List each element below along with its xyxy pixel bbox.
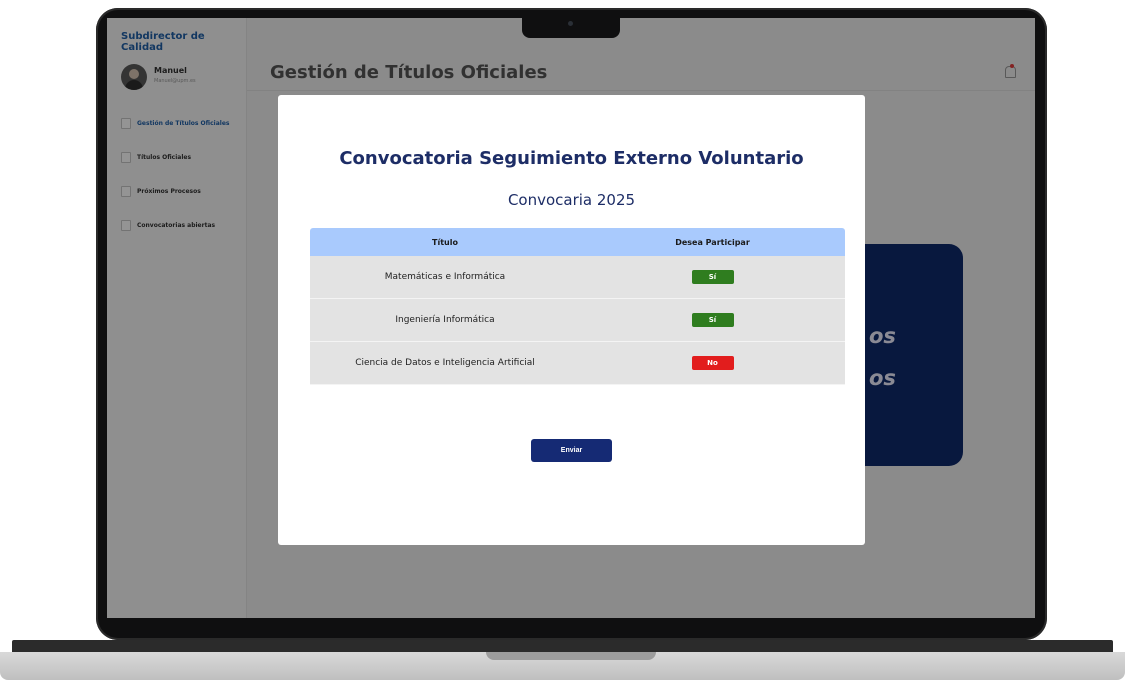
modal-title: Convocatoria Seguimiento Externo Volunta… (339, 148, 804, 169)
laptop-base (0, 640, 1125, 688)
row-title: Ingeniería Informática (395, 315, 495, 325)
column-header-titulo: Título (432, 237, 458, 247)
table-row: Matemáticas e Informática Sí (310, 256, 845, 299)
table-row: Ingeniería Informática Sí (310, 299, 845, 342)
camera-icon (568, 21, 573, 26)
row-title: Ciencia de Datos e Inteligencia Artifici… (355, 358, 535, 368)
participation-toggle[interactable]: Sí (691, 270, 734, 284)
modal-subtitle: Convocaria 2025 (507, 191, 636, 209)
row-title: Matemáticas e Informática (384, 272, 506, 282)
column-header-participar: Desea Participar (675, 237, 750, 247)
trackpad-lip (486, 652, 656, 660)
camera-notch (522, 18, 620, 38)
convocatoria-modal: Convocatoria Seguimiento Externo Volunta… (278, 95, 865, 545)
participation-toggle[interactable]: Sí (691, 313, 734, 327)
participation-toggle[interactable]: No (691, 356, 734, 370)
participation-table: Título Desea Participar Matemáticas e In… (310, 228, 845, 385)
app-screen: Subdirector de Calidad Manuel Manuel@upm… (107, 18, 1035, 618)
table-header: Título Desea Participar (310, 228, 845, 256)
table-row: Ciencia de Datos e Inteligencia Artifici… (310, 342, 845, 385)
submit-button[interactable]: Enviar (531, 439, 612, 462)
